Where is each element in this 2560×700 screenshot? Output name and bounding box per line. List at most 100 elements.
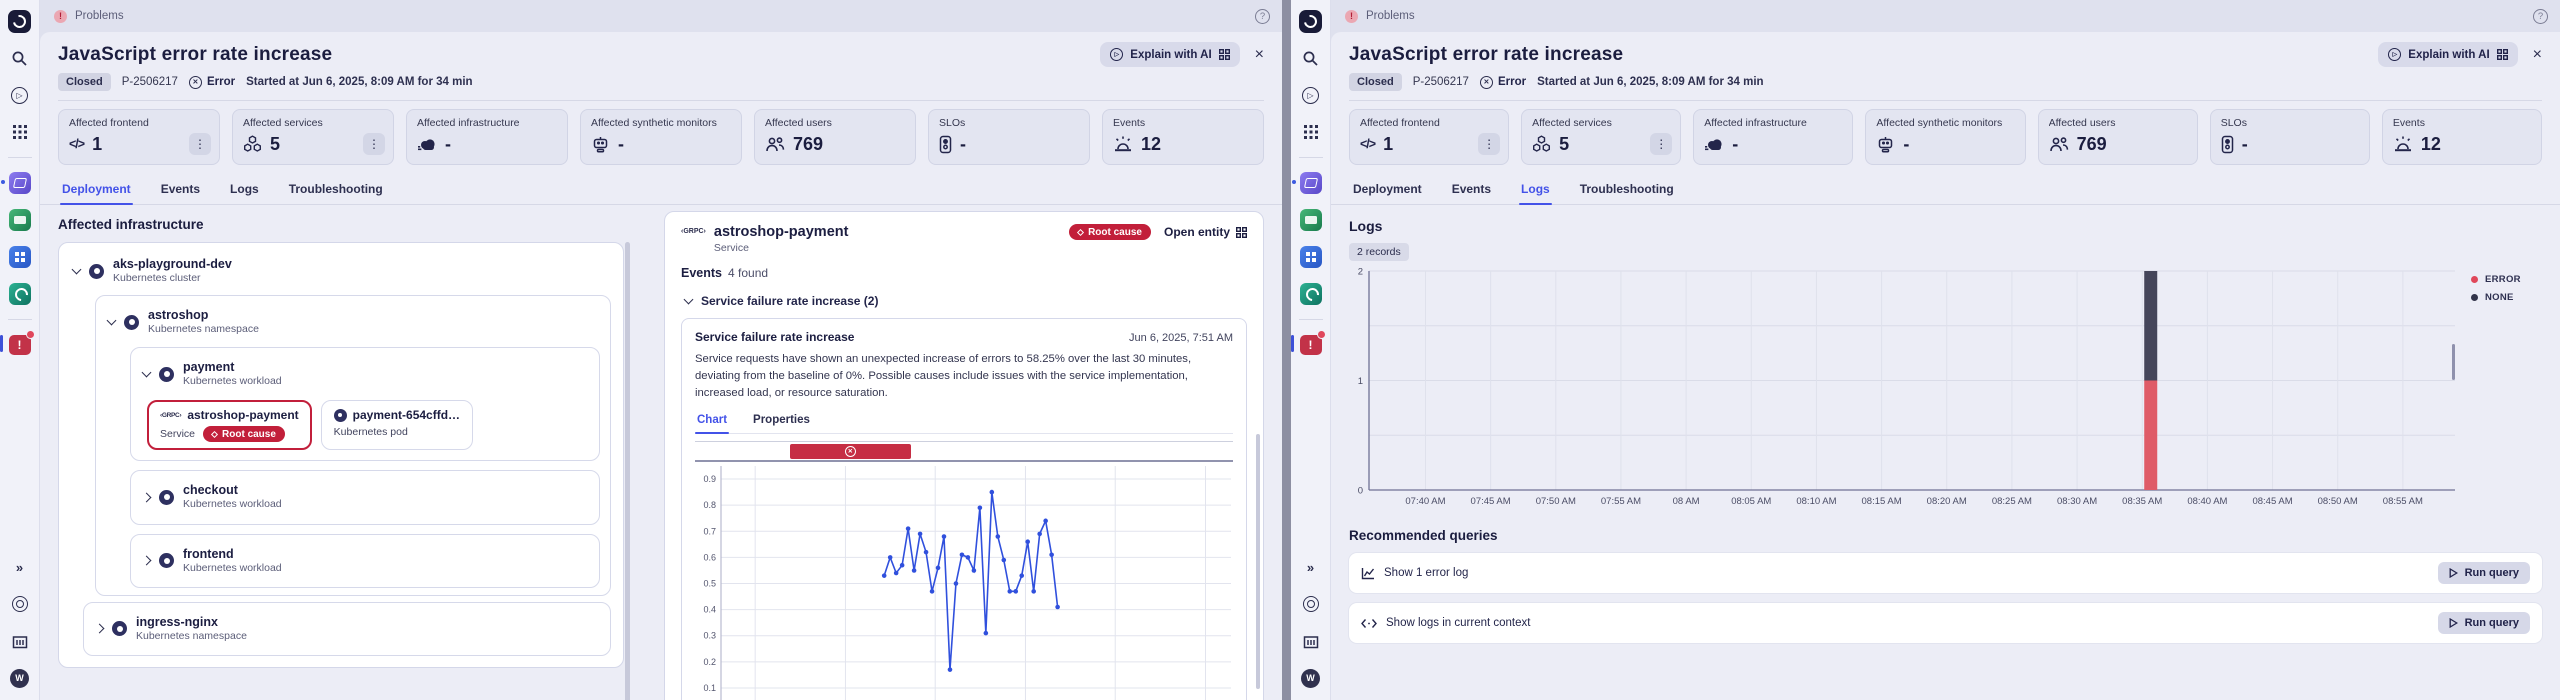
- stat-card[interactable]: Affected users 769: [2037, 109, 2198, 165]
- stat-card[interactable]: Affected infrastructure -: [406, 109, 568, 165]
- help-ring-icon[interactable]: [1299, 592, 1323, 616]
- sidebar-item-problems[interactable]: !: [1291, 330, 1326, 357]
- service-chip-root-cause[interactable]: ‹GRPC› astroshop-payment Service Root ca…: [147, 400, 312, 451]
- stat-card[interactable]: Affected infrastructure -: [1693, 109, 1854, 165]
- pod-chip[interactable]: payment-654cffd… Kubernetes pod: [320, 400, 474, 451]
- close-icon[interactable]: ×: [2533, 46, 2542, 63]
- user-avatar[interactable]: W: [8, 666, 32, 690]
- app-launcher-icon[interactable]: [8, 120, 32, 144]
- entity-name[interactable]: aks-playground-dev: [113, 257, 232, 272]
- app-tab-label[interactable]: Problems: [1366, 10, 1415, 22]
- entity-name[interactable]: ingress-nginx: [136, 615, 247, 630]
- entity-name[interactable]: frontend: [183, 547, 282, 562]
- legend-item[interactable]: ERROR: [2471, 274, 2521, 285]
- stat-card[interactable]: Affected synthetic monitors -: [580, 109, 742, 165]
- stat-card[interactable]: Events 12: [2381, 109, 2542, 165]
- search-icon[interactable]: [1299, 46, 1323, 70]
- entity-name[interactable]: checkout: [183, 483, 282, 498]
- run-query-button[interactable]: Run query: [2437, 562, 2530, 584]
- legend-item[interactable]: NONE: [2471, 292, 2521, 303]
- search-icon[interactable]: [8, 46, 32, 70]
- namespace-card[interactable]: ingress-nginx Kubernetes namespace: [83, 601, 611, 656]
- help-ring-icon[interactable]: [8, 592, 32, 616]
- event-tab[interactable]: Chart: [695, 411, 730, 434]
- event-duration-band[interactable]: ✕: [789, 443, 911, 459]
- davis-ai-icon[interactable]: ▷: [8, 83, 32, 107]
- app-icon-teal[interactable]: [8, 282, 32, 306]
- classic-apps-icon[interactable]: [8, 629, 32, 653]
- problem-tab[interactable]: Events: [159, 177, 202, 204]
- dynatrace-logo[interactable]: [8, 9, 32, 33]
- recommended-query-row[interactable]: Show logs in current context Run query: [1349, 603, 2542, 643]
- chevron-right-icon[interactable]: [141, 555, 152, 566]
- stat-card[interactable]: Affected services 5 ⋮: [232, 109, 394, 165]
- user-avatar[interactable]: W: [1299, 666, 1323, 690]
- stat-menu-button[interactable]: ⋮: [363, 133, 385, 155]
- classic-apps-icon[interactable]: [1299, 629, 1323, 653]
- chevron-down-icon[interactable]: [141, 367, 152, 378]
- chevron-down-icon[interactable]: [71, 264, 82, 275]
- workload-card[interactable]: frontend Kubernetes workload: [130, 533, 600, 588]
- scrollbar-thumb[interactable]: [1256, 434, 1260, 689]
- problem-tab[interactable]: Events: [1450, 177, 1493, 204]
- app-tab-label[interactable]: Problems: [75, 10, 124, 22]
- stat-card[interactable]: Events 12: [1102, 109, 1264, 165]
- app-icon-green[interactable]: [8, 208, 32, 232]
- problem-tab[interactable]: Deployment: [1351, 177, 1424, 204]
- stat-menu-button[interactable]: ⋮: [1478, 133, 1501, 155]
- davis-ai-icon[interactable]: ▷: [1299, 83, 1323, 107]
- stat-card[interactable]: SLOs -: [928, 109, 1090, 165]
- open-entity-link[interactable]: Open entity: [1164, 225, 1247, 239]
- app-icon-purple[interactable]: [0, 171, 32, 195]
- problem-tab[interactable]: Troubleshooting: [287, 177, 385, 204]
- stat-menu-button[interactable]: ⋮: [1650, 133, 1673, 155]
- problem-tab[interactable]: Troubleshooting: [1578, 177, 1676, 204]
- failure-rate-chart[interactable]: 0.9 0.8 0.7 0.6 0.5 0.4 0.3 0.2 0.1: [695, 462, 1233, 700]
- stat-menu-button[interactable]: ⋮: [189, 133, 211, 155]
- stat-card[interactable]: Affected frontend </> 1 ⋮: [1349, 109, 1510, 165]
- stat-card[interactable]: Affected services 5 ⋮: [1521, 109, 1682, 165]
- stat-card[interactable]: Affected frontend </> 1 ⋮: [58, 109, 220, 165]
- problem-tab[interactable]: Logs: [1519, 177, 1552, 205]
- expand-sidebar-icon[interactable]: »: [8, 555, 32, 579]
- entity-name[interactable]: astroshop: [148, 308, 259, 323]
- close-icon[interactable]: ×: [1255, 46, 1264, 63]
- app-icon-blue[interactable]: [1299, 245, 1323, 269]
- app-launcher-icon[interactable]: [1299, 120, 1323, 144]
- workload-card[interactable]: checkout Kubernetes workload: [130, 470, 600, 525]
- stat-card[interactable]: Affected synthetic monitors -: [1865, 109, 2026, 165]
- help-icon[interactable]: ?: [1255, 8, 1270, 24]
- chevron-down-icon: [683, 294, 694, 305]
- logs-histogram-chart[interactable]: 07:40 AM 07:45 AM 07:50 AM 07:55 AM 08 AM 08:…: [1349, 267, 2457, 508]
- app-icon-green[interactable]: [1299, 208, 1323, 232]
- scrollbar-thumb[interactable]: [625, 242, 630, 700]
- sidebar-item-problems[interactable]: !: [0, 330, 35, 357]
- run-query-button[interactable]: Run query: [2437, 612, 2530, 634]
- chevron-down-icon[interactable]: [106, 315, 117, 326]
- entity-name[interactable]: payment: [183, 360, 282, 375]
- explain-with-ai-button[interactable]: ▷ Explain with AI: [2378, 42, 2518, 67]
- event-group-toggle[interactable]: Service failure rate increase (2): [681, 294, 1247, 308]
- stat-card[interactable]: Affected users 769: [754, 109, 916, 165]
- workload-card[interactable]: payment Kubernetes workload ‹GRPC› astro…: [130, 347, 600, 462]
- app-icon-teal[interactable]: [1299, 282, 1323, 306]
- recommended-query-row[interactable]: Show 1 error log Run query: [1349, 553, 2542, 593]
- cluster-card[interactable]: aks-playground-dev Kubernetes cluster as…: [58, 242, 624, 668]
- stat-icon: </>: [69, 137, 85, 151]
- section-heading: Affected infrastructure: [58, 217, 204, 232]
- explain-with-ai-button[interactable]: ▷ Explain with AI: [1100, 42, 1240, 67]
- scrollbar-thumb[interactable]: [2452, 344, 2455, 380]
- problem-tab[interactable]: Logs: [228, 177, 261, 204]
- problem-tab[interactable]: Deployment: [60, 177, 133, 205]
- expand-sidebar-icon[interactable]: »: [1299, 555, 1323, 579]
- namespace-card[interactable]: astroshop Kubernetes namespace payment K…: [95, 295, 611, 596]
- app-icon-purple[interactable]: [1291, 171, 1323, 195]
- stat-card[interactable]: SLOs -: [2209, 109, 2370, 165]
- chevron-right-icon[interactable]: [141, 492, 152, 503]
- help-icon[interactable]: ?: [2533, 8, 2548, 24]
- chevron-right-icon[interactable]: [94, 623, 105, 634]
- dynatrace-logo[interactable]: [1299, 9, 1323, 33]
- event-tab[interactable]: Properties: [751, 411, 812, 433]
- app-icon-blue[interactable]: [8, 245, 32, 269]
- entity-type: Service: [160, 428, 196, 441]
